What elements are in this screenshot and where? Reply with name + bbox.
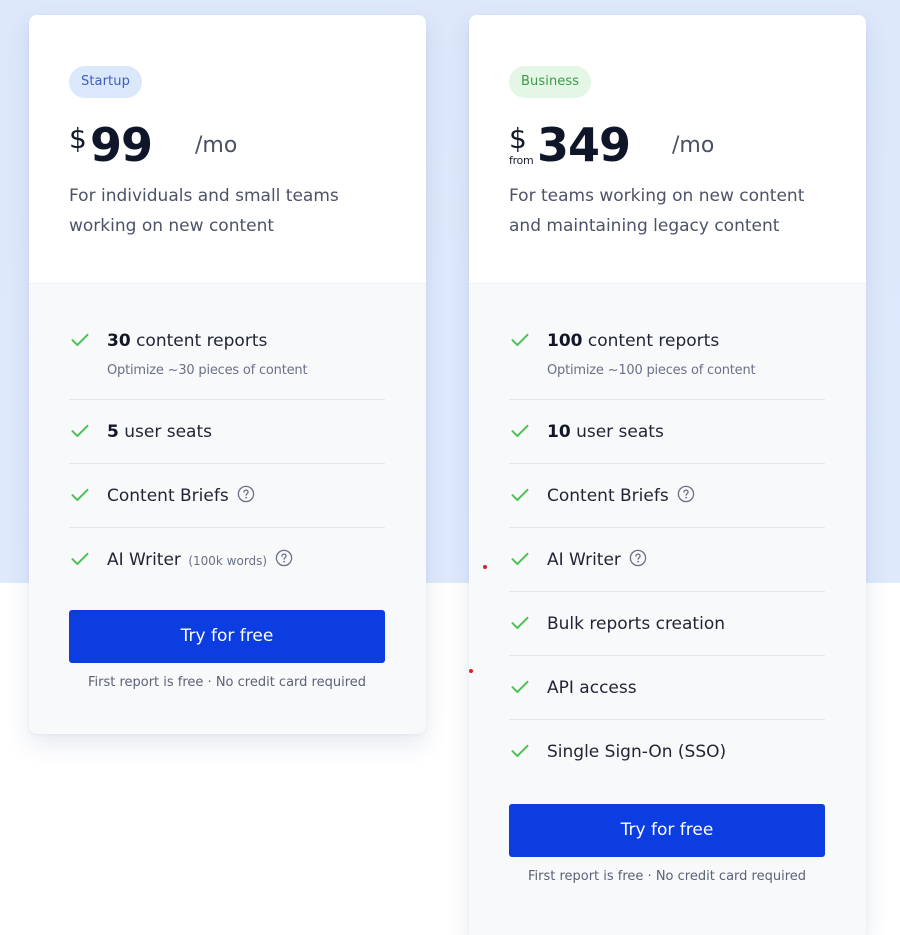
feature-label: 5 user seats	[107, 422, 212, 442]
feature-list: 30 content reports Optimize ~30 pieces o…	[69, 309, 385, 592]
feature-item-ai-writer: AI Writer	[509, 528, 825, 592]
check-icon	[511, 680, 529, 693]
plan-badge: Business	[509, 66, 592, 98]
marker-dot	[469, 669, 473, 673]
check-icon	[71, 488, 89, 501]
price-amount: 349	[537, 118, 631, 172]
feature-label: API access	[547, 678, 637, 698]
check-icon	[71, 552, 89, 565]
plan-description: For individuals and small teams working …	[69, 186, 339, 236]
plan-badge: Startup	[69, 66, 142, 98]
question-circle-icon[interactable]	[237, 485, 255, 503]
feature-label: 100 content reports	[547, 331, 720, 351]
question-circle-icon[interactable]	[275, 549, 293, 567]
check-icon	[511, 744, 529, 757]
feature-label: 10 user seats	[547, 422, 664, 442]
question-circle-icon[interactable]	[677, 485, 695, 503]
feature-item-ai-writer: AI Writer (100k words)	[69, 528, 385, 592]
price-period: /mo	[195, 133, 238, 158]
card-header: Startup $ 99 /mo For individuals and sma…	[29, 15, 426, 284]
check-icon	[511, 488, 529, 501]
cta-note: First report is free · No credit card re…	[527, 869, 807, 884]
check-icon	[511, 424, 529, 437]
currency-symbol: $	[69, 122, 87, 155]
cta-note: First report is free · No credit card re…	[87, 675, 367, 690]
check-icon	[71, 424, 89, 437]
feature-label: Bulk reports creation	[547, 614, 725, 634]
feature-item-bulk-reports: Bulk reports creation	[509, 592, 825, 656]
feature-note: (100k words)	[188, 554, 268, 568]
feature-sublabel: Optimize ~30 pieces of content	[107, 363, 308, 378]
feature-item-user-seats: 10 user seats	[509, 400, 825, 464]
check-icon	[511, 333, 529, 346]
feature-label: Content Briefs	[547, 484, 695, 508]
pricing-card-business: Business $ from 349 /mo For teams workin…	[469, 15, 866, 935]
feature-label: Single Sign-On (SSO)	[547, 742, 727, 762]
feature-item-sso: Single Sign-On (SSO)	[509, 720, 825, 784]
price-period: /mo	[672, 133, 715, 158]
marker-dot	[483, 565, 487, 569]
check-icon	[71, 333, 89, 346]
feature-item-content-briefs: Content Briefs	[509, 464, 825, 528]
feature-label: Content Briefs	[107, 484, 255, 508]
feature-label: AI Writer	[547, 548, 647, 572]
check-icon	[511, 616, 529, 629]
question-circle-icon[interactable]	[629, 549, 647, 567]
try-for-free-button[interactable]: Try for free	[509, 804, 825, 857]
price-from-label: from	[509, 154, 534, 167]
feature-label: AI Writer (100k words)	[107, 548, 293, 573]
feature-item-api-access: API access	[509, 656, 825, 720]
plan-description: For teams working on new content and mai…	[509, 186, 805, 236]
pricing-card-startup: Startup $ 99 /mo For individuals and sma…	[29, 15, 426, 734]
feature-sublabel: Optimize ~100 pieces of content	[547, 363, 756, 378]
feature-item-user-seats: 5 user seats	[69, 400, 385, 464]
feature-label: 30 content reports	[107, 331, 268, 351]
feature-item-content-reports: 30 content reports Optimize ~30 pieces o…	[69, 309, 385, 400]
feature-item-content-briefs: Content Briefs	[69, 464, 385, 528]
price-amount: 99	[90, 118, 153, 172]
price: $ 99 /mo	[69, 119, 399, 175]
check-icon	[511, 552, 529, 565]
currency-symbol: $	[509, 122, 527, 155]
feature-item-content-reports: 100 content reports Optimize ~100 pieces…	[509, 309, 825, 400]
try-for-free-button[interactable]: Try for free	[69, 610, 385, 663]
card-header: Business $ from 349 /mo For teams workin…	[469, 15, 866, 284]
feature-list: 100 content reports Optimize ~100 pieces…	[509, 309, 825, 784]
price: $ from 349 /mo	[509, 119, 839, 175]
